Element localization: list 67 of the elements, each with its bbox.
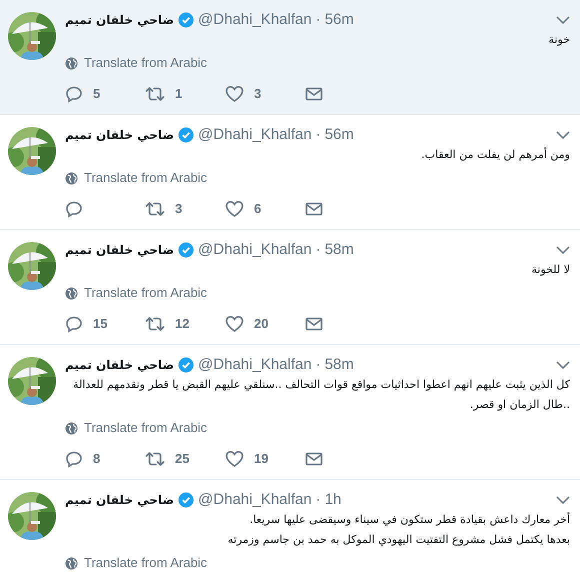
retweet-icon[interactable]	[145, 200, 165, 218]
tweet-time[interactable]: 1h	[324, 488, 342, 512]
heart-icon[interactable]	[225, 200, 244, 218]
action-count: 8	[93, 450, 100, 468]
display-name[interactable]: ضاحي خلفان تميم	[65, 356, 174, 374]
chevron-down-icon[interactable]	[556, 131, 570, 139]
tweet-time[interactable]: 58m	[324, 354, 354, 376]
heart-icon[interactable]	[225, 85, 244, 103]
action-count: 20	[254, 315, 268, 334]
display-name[interactable]: ضاحي خلفان تميم	[65, 491, 174, 509]
chevron-down-icon[interactable]	[556, 361, 570, 369]
tweet-text: ومن أمرهم لن يفلت من العقاب.	[420, 146, 570, 163]
separator-dot: ·	[316, 490, 321, 510]
translate-link[interactable]: Translate from Arabic	[84, 418, 208, 438]
user-handle[interactable]: @Dhahi_Khalfan	[198, 124, 312, 146]
action-count: 15	[93, 315, 108, 334]
user-handle[interactable]: @Dhahi_Khalfan	[198, 238, 312, 262]
action-count: 12	[175, 315, 190, 334]
separator-dot: ·	[316, 240, 321, 260]
globe-icon	[65, 556, 78, 570]
separator-dot: ·	[316, 10, 321, 30]
action-count: 6	[254, 200, 262, 218]
tweet-text: كل الذين يثبت عليهم انهم اعطوا احداثيات مواقع قوات التحالف ..سنلقي عليهم القبض يا قطر ونقدمهم للعدالة ..طال الزمان او قصر.	[72, 377, 570, 413]
display-name[interactable]: ضاحي خلفان تميم	[65, 11, 174, 29]
retweet-icon[interactable]	[145, 315, 165, 333]
retweet-icon[interactable]	[145, 85, 165, 103]
user-handle[interactable]: @Dhahi_Khalfan	[198, 354, 312, 376]
user-handle[interactable]: @Dhahi_Khalfan	[198, 8, 312, 32]
mail-icon[interactable]	[305, 201, 323, 217]
tweet-time[interactable]: 56m	[324, 124, 354, 146]
display-name[interactable]: ضاحي خلفان تميم	[65, 126, 174, 144]
heart-icon[interactable]	[225, 450, 244, 468]
action-count: 19	[254, 450, 268, 468]
action-count: 3	[254, 85, 262, 104]
user-handle[interactable]: @Dhahi_Khalfan	[198, 488, 312, 512]
reply-icon[interactable]	[65, 450, 83, 468]
mail-icon[interactable]	[305, 86, 323, 102]
tweet-time[interactable]: 58m	[324, 238, 354, 262]
tweet-text: أخر معارك داعش بقيادة قطر ستكون في سيناء وسيقضى عليها سريعا. بعدها يكتمل فشل مشروع التفتيت اليهودي الموكل به حمد بن جاسم وزمرته	[226, 511, 570, 548]
display-name[interactable]: ضاحي خلفان تميم	[65, 241, 174, 259]
heart-icon[interactable]	[225, 315, 244, 333]
mail-icon[interactable]	[305, 316, 323, 332]
action-count: 25	[175, 450, 190, 468]
reply-icon[interactable]	[65, 315, 83, 333]
chevron-down-icon[interactable]	[556, 496, 570, 504]
retweet-icon[interactable]	[145, 450, 165, 468]
reply-icon[interactable]	[65, 200, 83, 218]
translate-link[interactable]: Translate from Arabic	[84, 283, 208, 303]
action-count: 3	[175, 200, 182, 218]
globe-icon	[65, 286, 78, 300]
chevron-down-icon[interactable]	[556, 16, 570, 24]
chevron-down-icon[interactable]	[556, 246, 570, 254]
action-count: 5	[93, 85, 100, 104]
tweet-text: خونة	[548, 32, 570, 48]
tweet-time[interactable]: 56m	[324, 8, 354, 32]
mail-icon[interactable]	[305, 451, 323, 467]
globe-icon	[65, 172, 78, 184]
globe-icon	[65, 422, 78, 434]
tweet-text: لا للخونة	[530, 262, 570, 278]
globe-icon	[65, 56, 78, 70]
reply-icon[interactable]	[65, 85, 83, 103]
separator-dot: ·	[316, 124, 321, 145]
translate-link[interactable]: Translate from Arabic	[84, 168, 208, 188]
translate-link[interactable]: Translate from Arabic	[84, 53, 208, 73]
action-count: 1	[175, 85, 182, 104]
separator-dot: ·	[316, 354, 321, 375]
translate-link[interactable]: Translate from Arabic	[84, 553, 208, 573]
